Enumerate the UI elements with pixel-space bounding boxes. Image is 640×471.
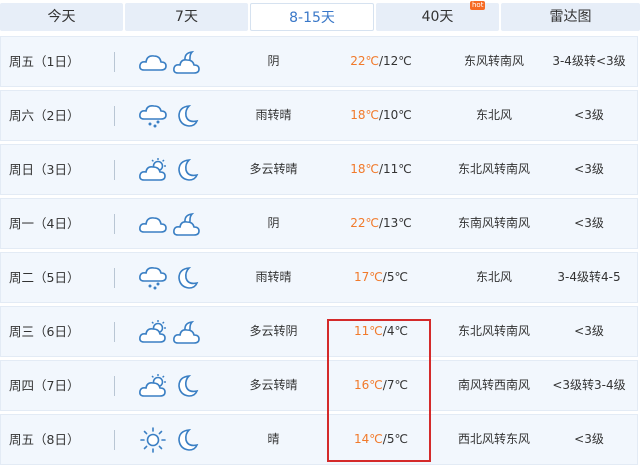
condition-label: 雨转晴 <box>255 108 292 122</box>
condition-label: 阴 <box>267 54 280 68</box>
hot-badge: hot <box>470 1 486 10</box>
condition-label: 多云转阴 <box>249 324 298 338</box>
wind-level: <3级 <box>574 216 604 230</box>
date-label: 周一（4日） <box>9 216 80 231</box>
row-divider <box>114 160 115 180</box>
condition-label: 晴 <box>267 432 280 446</box>
moon-cloud-icon <box>171 199 203 248</box>
wind-direction: 东北风转南风 <box>457 324 530 338</box>
tab-radar[interactable]: 雷达图 <box>501 3 640 31</box>
forecast-tabs: 今天 7天 8-15天 40天 hot 雷达图 <box>0 0 640 34</box>
moon-cloud-icon <box>171 37 203 86</box>
wind-direction: 东北风 <box>475 270 512 284</box>
tab-7-days[interactable]: 7天 <box>125 3 248 31</box>
wind-direction: 东北风转南风 <box>457 162 530 176</box>
rain-icon <box>137 91 169 140</box>
row-divider <box>114 268 115 288</box>
row-divider <box>114 322 115 342</box>
date-label: 周三（6日） <box>9 324 80 339</box>
low-temp: 5℃ <box>386 270 408 284</box>
wind-direction: 南风转西南风 <box>457 378 530 392</box>
high-temp: 18℃ <box>350 162 379 176</box>
temperature-range: 22℃/13℃ <box>336 199 426 248</box>
row-divider <box>114 214 115 234</box>
partly-cloudy-icon <box>137 307 169 356</box>
high-temp: 17℃ <box>354 270 383 284</box>
wind-direction: 西北风转东风 <box>457 432 530 446</box>
tab-today[interactable]: 今天 <box>0 3 123 31</box>
condition-label: 雨转晴 <box>255 270 292 284</box>
partly-cloudy-icon <box>137 145 169 194</box>
forecast-row: 周日（3日） 多云转晴 18℃/11℃ 东北风转南风 <3级 <box>0 144 638 195</box>
forecast-row: 周四（7日） 多云转晴 16℃/7℃ 南风转西南风 <3级转3-4级 <box>0 360 638 411</box>
rain-icon <box>137 253 169 302</box>
temperature-range: 17℃/5℃ <box>336 253 426 302</box>
wind-level: 3-4级转<3级 <box>552 54 626 68</box>
wind-level: 3-4级转4-5 <box>557 270 621 284</box>
condition-label: 多云转晴 <box>249 378 298 392</box>
row-divider <box>114 430 115 450</box>
forecast-row: 周一（4日） 阴 22℃/13℃ 东南风转南风 <3级 <box>0 198 638 249</box>
cloudy-icon <box>137 37 169 86</box>
wind-level: <3级 <box>574 108 604 122</box>
forecast-row: 周五（1日） 阴 22℃/12℃ 东风转南风 3-4级转<3级 <box>0 36 638 87</box>
high-temp: 18℃ <box>350 108 379 122</box>
wind-direction: 东南风转南风 <box>457 216 530 230</box>
date-label: 周五（8日） <box>9 432 80 447</box>
high-temp: 22℃ <box>350 54 379 68</box>
sun-icon <box>137 415 169 464</box>
row-divider <box>114 376 115 396</box>
moon-cloud-icon <box>171 307 203 356</box>
condition-label: 阴 <box>267 216 280 230</box>
forecast-row: 周五（8日） 晴 14℃/5℃ 西北风转东风 <3级 <box>0 414 638 465</box>
high-temp: 22℃ <box>350 216 379 230</box>
wind-direction: 东风转南风 <box>463 54 524 68</box>
forecast-row: 周三（6日） 多云转阴 11℃/4℃ 东北风转南风 <3级 <box>0 306 638 357</box>
date-label: 周日（3日） <box>9 162 80 177</box>
date-label: 周四（7日） <box>9 378 80 393</box>
condition-label: 多云转晴 <box>249 162 298 176</box>
wind-level: <3级转3-4级 <box>552 378 626 392</box>
wind-level: <3级 <box>574 432 604 446</box>
wind-level: <3级 <box>574 324 604 338</box>
temperature-range: 14℃/5℃ <box>336 415 426 464</box>
cloudy-icon <box>137 199 169 248</box>
low-temp: 13℃ <box>383 216 412 230</box>
wind-direction: 东北风 <box>475 108 512 122</box>
tab-40-days-label: 40天 <box>421 9 454 25</box>
temperature-range: 16℃/7℃ <box>336 361 426 410</box>
temperature-range: 22℃/12℃ <box>336 37 426 86</box>
forecast-row: 周二（5日） 雨转晴 17℃/5℃ 东北风 3-4级转4-5 <box>0 252 638 303</box>
high-temp: 16℃ <box>354 378 383 392</box>
partly-cloudy-icon <box>137 361 169 410</box>
date-label: 周五（1日） <box>9 54 80 69</box>
low-temp: 7℃ <box>386 378 408 392</box>
moon-icon <box>171 253 203 302</box>
low-temp: 11℃ <box>383 162 412 176</box>
temperature-range: 18℃/10℃ <box>336 91 426 140</box>
low-temp: 5℃ <box>386 432 408 446</box>
low-temp: 4℃ <box>386 324 408 338</box>
wind-level: <3级 <box>574 162 604 176</box>
moon-icon <box>171 415 203 464</box>
date-label: 周二（5日） <box>9 270 80 285</box>
moon-icon <box>171 91 203 140</box>
moon-icon <box>171 361 203 410</box>
forecast-row: 周六（2日） 雨转晴 18℃/10℃ 东北风 <3级 <box>0 90 638 141</box>
high-temp: 11℃ <box>354 324 383 338</box>
row-divider <box>114 52 115 72</box>
row-divider <box>114 106 115 126</box>
date-label: 周六（2日） <box>9 108 80 123</box>
moon-icon <box>171 145 203 194</box>
temperature-range: 11℃/4℃ <box>336 307 426 356</box>
tab-8-15-days[interactable]: 8-15天 <box>250 3 374 31</box>
low-temp: 12℃ <box>383 54 412 68</box>
high-temp: 14℃ <box>354 432 383 446</box>
temperature-range: 18℃/11℃ <box>336 145 426 194</box>
low-temp: 10℃ <box>383 108 412 122</box>
